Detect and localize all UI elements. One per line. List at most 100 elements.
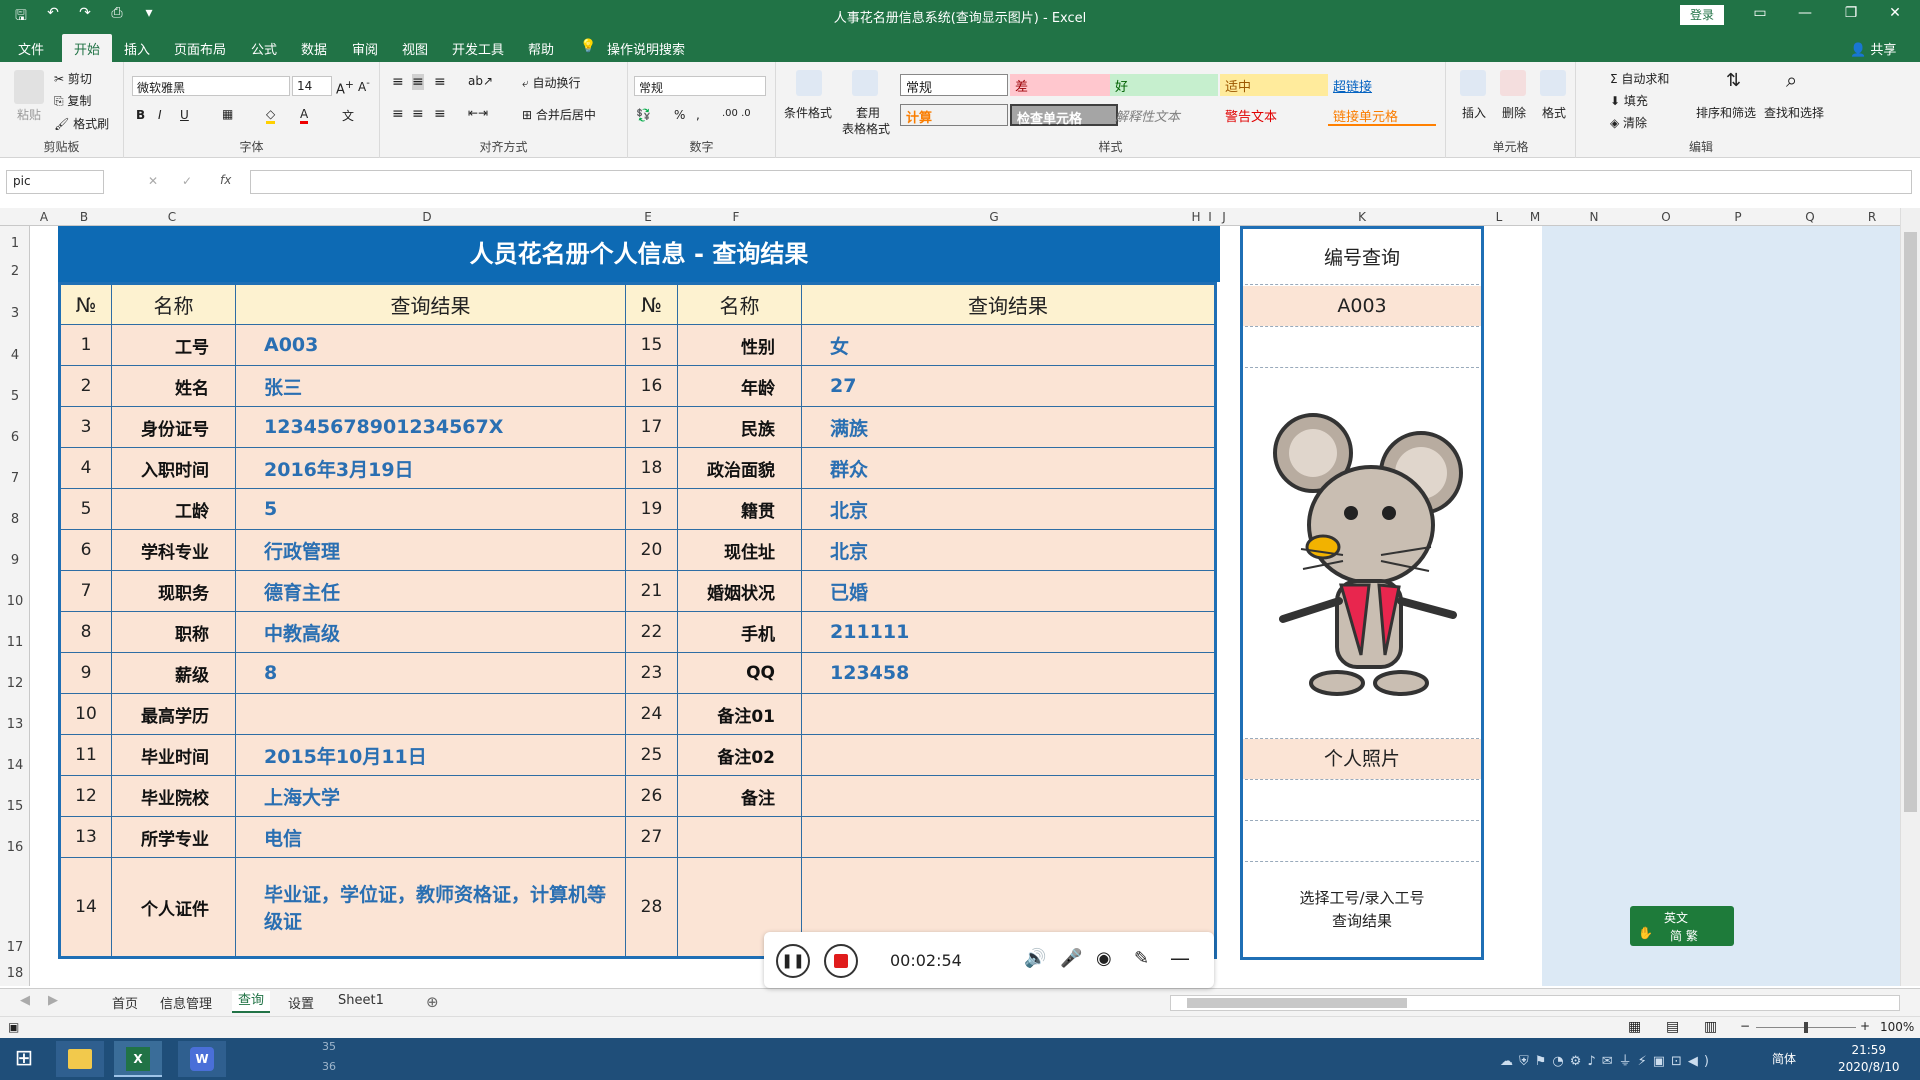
tab-file[interactable]: 文件 bbox=[18, 39, 44, 58]
row-header[interactable]: 1 bbox=[0, 236, 30, 251]
row-header[interactable]: 3 bbox=[0, 306, 30, 321]
orientation-icon[interactable]: ab↗ bbox=[468, 74, 493, 88]
field-label[interactable]: 薪级 bbox=[111, 652, 236, 694]
col-header[interactable]: R bbox=[1852, 210, 1892, 224]
font-size-combo[interactable]: 14 bbox=[292, 76, 332, 96]
field-value[interactable] bbox=[801, 816, 1216, 858]
field-label[interactable]: 身份证号 bbox=[111, 406, 236, 448]
format-as-table-label[interactable]: 套用 bbox=[856, 104, 880, 121]
file-explorer-icon[interactable] bbox=[56, 1041, 104, 1077]
tab-insert[interactable]: 插入 bbox=[124, 39, 150, 58]
phonetic-icon[interactable]: 文 bbox=[342, 107, 354, 124]
format-cells-icon[interactable] bbox=[1540, 70, 1566, 96]
sheet-tab[interactable]: 首页 bbox=[112, 993, 138, 1012]
login-button[interactable]: 登录 bbox=[1680, 5, 1724, 25]
field-label[interactable]: 备注01 bbox=[677, 693, 802, 735]
row-number[interactable]: 24 bbox=[625, 693, 678, 735]
row-number[interactable]: 1 bbox=[59, 324, 112, 366]
hscroll-thumb[interactable] bbox=[1187, 998, 1407, 1008]
field-value[interactable]: 中教高级 bbox=[235, 611, 626, 653]
confirm-entry-icon[interactable]: ✓ bbox=[182, 174, 192, 188]
field-value[interactable]: 群众 bbox=[801, 447, 1216, 489]
row-number[interactable]: 12 bbox=[59, 775, 112, 817]
tab-data[interactable]: 数据 bbox=[301, 39, 327, 58]
formula-input[interactable] bbox=[250, 170, 1912, 194]
field-value[interactable] bbox=[801, 693, 1216, 735]
sheet-tab-active[interactable]: 查询 bbox=[232, 991, 271, 1013]
system-tray-icons[interactable]: ☁⛨⚑◔⚙♪✉⏚⚡▣⊡◀) bbox=[1500, 1050, 1715, 1069]
pen-icon[interactable]: ✎ bbox=[1134, 948, 1149, 969]
field-value[interactable]: 2015年10月11日 bbox=[235, 734, 626, 776]
insert-cells-icon[interactable] bbox=[1460, 70, 1486, 96]
style-bad[interactable]: 差 bbox=[1010, 74, 1118, 96]
row-number[interactable]: 3 bbox=[59, 406, 112, 448]
employee-photo[interactable] bbox=[1261, 405, 1475, 699]
format-painter-button[interactable]: 🖌 格式刷 bbox=[54, 115, 109, 132]
row-number[interactable]: 10 bbox=[59, 693, 112, 735]
field-label[interactable]: 民族 bbox=[677, 406, 802, 448]
style-good[interactable]: 好 bbox=[1110, 74, 1218, 96]
name-box[interactable]: pic bbox=[6, 170, 104, 194]
excel-taskbar-icon[interactable]: X bbox=[114, 1041, 162, 1077]
style-calculation[interactable]: 计算 bbox=[900, 104, 1008, 126]
field-value[interactable]: 上海大学 bbox=[235, 775, 626, 817]
ime-mode[interactable]: 简 繁 bbox=[1670, 927, 1698, 944]
row-number[interactable]: 7 bbox=[59, 570, 112, 612]
row-header[interactable]: 4 bbox=[0, 348, 30, 363]
row-number[interactable]: 21 bbox=[625, 570, 678, 612]
format-as-table-icon[interactable] bbox=[852, 70, 878, 96]
find-select-icon[interactable]: ⌕ bbox=[1786, 68, 1797, 92]
sheet-tab[interactable]: 设置 bbox=[288, 993, 314, 1012]
wrap-text-button[interactable]: ⤶ 自动换行 bbox=[522, 74, 581, 91]
fill-button[interactable]: ⬇ 填充 bbox=[1610, 92, 1648, 109]
webcam-icon[interactable]: ◉ bbox=[1096, 948, 1112, 969]
row-header[interactable]: 16 bbox=[0, 840, 30, 855]
field-value[interactable]: 5 bbox=[235, 488, 626, 530]
field-value[interactable] bbox=[801, 734, 1216, 776]
row-header[interactable]: 7 bbox=[0, 471, 30, 486]
grow-font-icon[interactable]: A+ bbox=[336, 78, 354, 97]
style-hyperlink[interactable]: 超链接 bbox=[1328, 74, 1436, 96]
worksheet[interactable]: 人员花名册个人信息 - 查询结果 № 名称 查询结果 № 名称 查询结果 1 工号… bbox=[30, 226, 1920, 988]
copy-button[interactable]: ⎘ 复制 bbox=[54, 92, 91, 109]
row-number[interactable]: 15 bbox=[625, 324, 678, 366]
page-layout-view-icon[interactable]: ▤ bbox=[1666, 1019, 1679, 1035]
maximize-icon[interactable]: ❐ bbox=[1836, 5, 1866, 21]
font-name-combo[interactable]: 微软雅黑 bbox=[132, 76, 290, 96]
row-number[interactable]: 5 bbox=[59, 488, 112, 530]
header-name[interactable]: 名称 bbox=[111, 283, 236, 325]
collapse-icon[interactable]: — bbox=[1170, 946, 1190, 970]
tab-review[interactable]: 审阅 bbox=[352, 39, 378, 58]
add-sheet-icon[interactable]: ⊕ bbox=[426, 993, 439, 1011]
col-header[interactable]: N bbox=[1564, 210, 1624, 224]
clock[interactable]: 21:59 2020/8/10 bbox=[1838, 1042, 1900, 1076]
minimize-icon[interactable]: — bbox=[1790, 5, 1820, 21]
row-header[interactable]: 10 bbox=[0, 594, 30, 609]
col-header[interactable]: C bbox=[120, 210, 224, 224]
delete-cells-icon[interactable] bbox=[1500, 70, 1526, 96]
col-header[interactable]: I bbox=[1204, 210, 1216, 224]
macro-record-icon[interactable]: ▣ bbox=[8, 1020, 19, 1034]
sheet-tab[interactable]: 信息管理 bbox=[160, 993, 212, 1012]
row-number[interactable]: 27 bbox=[625, 816, 678, 858]
col-header[interactable]: J bbox=[1218, 210, 1230, 224]
col-header[interactable]: L bbox=[1486, 210, 1512, 224]
tab-page-layout[interactable]: 页面布局 bbox=[174, 39, 226, 58]
sort-filter-label[interactable]: 排序和筛选 bbox=[1696, 104, 1756, 121]
sheet-tab[interactable]: Sheet1 bbox=[338, 993, 384, 1008]
field-value[interactable]: A003 bbox=[235, 324, 626, 366]
number-format-combo[interactable]: 常规 bbox=[634, 76, 766, 96]
field-value[interactable] bbox=[801, 775, 1216, 817]
tab-home[interactable]: 开始 bbox=[62, 34, 113, 63]
row-header[interactable]: 18 bbox=[0, 966, 30, 981]
windows-start-icon[interactable]: ⊞ bbox=[0, 1041, 48, 1077]
row-header[interactable]: 14 bbox=[0, 758, 30, 773]
row-header[interactable]: 8 bbox=[0, 512, 30, 527]
row-number[interactable]: 17 bbox=[625, 406, 678, 448]
field-label[interactable]: 备注 bbox=[677, 775, 802, 817]
cut-button[interactable]: ✂ 剪切 bbox=[54, 70, 92, 87]
decimal-icon[interactable]: .00 .0 bbox=[722, 108, 751, 119]
share-button[interactable]: 👤 共享 bbox=[1850, 39, 1896, 58]
field-label[interactable]: 职称 bbox=[111, 611, 236, 653]
tell-me-search[interactable]: 操作说明搜索 bbox=[607, 39, 685, 58]
